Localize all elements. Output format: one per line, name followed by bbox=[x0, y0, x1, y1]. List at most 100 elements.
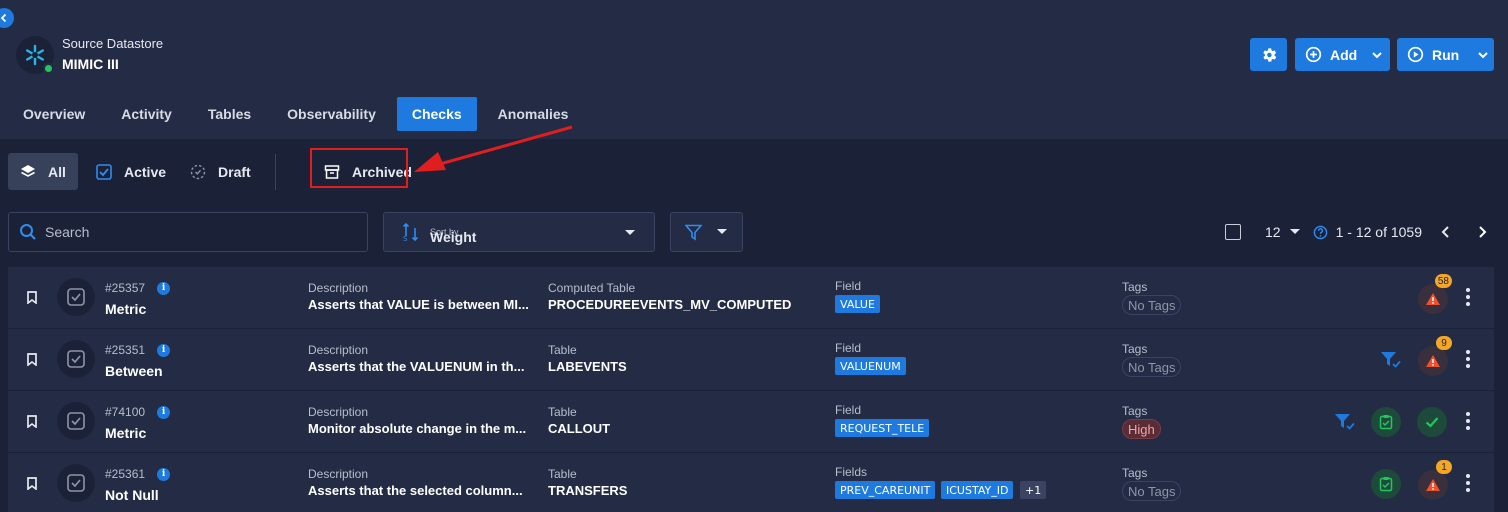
chevron-left-icon[interactable] bbox=[1436, 225, 1456, 239]
clipboard-check-icon bbox=[1379, 415, 1393, 430]
tab-observability[interactable]: Observability bbox=[272, 97, 391, 131]
clipboard-check-icon bbox=[1379, 477, 1393, 492]
select-all-checkbox[interactable] bbox=[1225, 224, 1242, 240]
info-icon[interactable]: i bbox=[157, 467, 171, 481]
row-menu-icon[interactable] bbox=[1466, 288, 1470, 306]
collapse-sidebar-button[interactable] bbox=[0, 8, 14, 28]
caret-down-icon bbox=[717, 229, 727, 234]
check-id: #25351 i bbox=[105, 343, 171, 357]
bookmark-icon[interactable] bbox=[26, 477, 38, 490]
filter-all[interactable]: All bbox=[8, 153, 78, 190]
table-label: Table bbox=[548, 343, 577, 357]
check-rule-type: Not Null bbox=[105, 487, 159, 503]
info-icon[interactable]: i bbox=[157, 343, 171, 357]
description-label: Description bbox=[308, 467, 369, 481]
tags-label: Tags bbox=[1122, 280, 1148, 294]
checkbox-checked-icon bbox=[96, 163, 112, 180]
tab-activity[interactable]: Activity bbox=[106, 97, 187, 131]
row-menu-icon[interactable] bbox=[1466, 474, 1470, 492]
info-icon[interactable]: i bbox=[157, 281, 171, 295]
funnel-icon bbox=[685, 224, 702, 240]
filter-check-icon[interactable] bbox=[1334, 413, 1356, 431]
chevron-down-icon bbox=[1372, 51, 1382, 58]
row-menu-icon[interactable] bbox=[1466, 412, 1470, 430]
chevron-right-icon[interactable] bbox=[1472, 225, 1492, 239]
table-label: Table bbox=[548, 467, 577, 481]
sort-value: Weight bbox=[430, 228, 477, 245]
row-menu-icon[interactable] bbox=[1466, 350, 1470, 368]
archived-highlight-box bbox=[310, 148, 408, 188]
tag-pill-high: High bbox=[1122, 419, 1161, 439]
field-chip: VALUENUM bbox=[835, 357, 906, 375]
field-chip: REQUEST_TELE bbox=[835, 419, 930, 437]
anomaly-indicator[interactable]: 9 bbox=[1418, 336, 1452, 376]
tab-overview[interactable]: Overview bbox=[8, 97, 100, 131]
tags-label: Tags bbox=[1122, 404, 1148, 418]
top-bar: Source Datastore MIMIC III Add Run Overv… bbox=[0, 0, 1508, 139]
annotation-arrow bbox=[414, 125, 573, 172]
filter-active-label: Active bbox=[124, 163, 167, 180]
check-rule-type: Between bbox=[105, 363, 163, 379]
bookmark-icon[interactable] bbox=[26, 353, 38, 366]
filter-active[interactable]: Active bbox=[84, 153, 178, 190]
check-row[interactable]: #74100 i Metric Description Monitor abso… bbox=[8, 391, 1494, 453]
check-row[interactable]: #25351 i Between Description Asserts tha… bbox=[8, 329, 1494, 391]
anomaly-count-badge: 1 bbox=[1436, 460, 1452, 474]
check-id-text: #74100 bbox=[105, 405, 146, 419]
dashed-circle-check-icon bbox=[190, 164, 206, 179]
layers-icon bbox=[21, 164, 35, 177]
filter-button[interactable] bbox=[670, 212, 743, 252]
check-status-filter: All Active Draft Archived bbox=[8, 153, 412, 190]
field-label: Field bbox=[835, 341, 862, 355]
check-row[interactable]: #25357 i Metric Description Asserts that… bbox=[8, 267, 1494, 329]
description-value: Asserts that the selected column... bbox=[308, 483, 523, 498]
description-label: Description bbox=[308, 281, 369, 295]
check-type-icon bbox=[57, 278, 95, 316]
validated-indicator[interactable] bbox=[1371, 407, 1401, 437]
warning-triangle-icon bbox=[1426, 355, 1440, 367]
check-rule-type: Metric bbox=[105, 301, 147, 317]
page-size-value[interactable]: 12 bbox=[1265, 224, 1281, 240]
run-button-label: Run bbox=[1432, 46, 1460, 63]
bookmark-icon[interactable] bbox=[26, 415, 38, 428]
checkmark-icon bbox=[1425, 417, 1439, 428]
table-label: Table bbox=[548, 405, 577, 419]
anomaly-count-badge: 9 bbox=[1436, 336, 1452, 350]
filter-all-label: All bbox=[48, 163, 66, 180]
more-fields-chip[interactable]: +1 bbox=[1020, 481, 1047, 499]
check-id-text: #25357 bbox=[105, 281, 146, 295]
datastore-label: Source Datastore bbox=[62, 36, 164, 51]
description-value: Monitor absolute change in the m... bbox=[308, 421, 527, 436]
tags-label: Tags bbox=[1122, 466, 1148, 480]
filter-divider bbox=[274, 153, 276, 190]
field-label: Field bbox=[835, 279, 862, 293]
anomaly-indicator[interactable]: 58 bbox=[1418, 274, 1452, 314]
passed-indicator[interactable] bbox=[1417, 407, 1447, 437]
bookmark-icon[interactable] bbox=[26, 291, 38, 304]
check-id: #25361 i bbox=[105, 467, 171, 481]
sort-select[interactable]: S Sort by Weight bbox=[383, 212, 655, 252]
caret-down-icon bbox=[625, 230, 635, 235]
field-chip: ICUSTAY_ID bbox=[941, 481, 1014, 499]
filter-draft[interactable]: Draft bbox=[178, 153, 263, 190]
check-square-icon bbox=[67, 350, 85, 368]
tab-tables[interactable]: Tables bbox=[193, 97, 266, 131]
search-placeholder: Search bbox=[45, 224, 90, 240]
check-row[interactable]: #25361 i Not Null Description Asserts th… bbox=[8, 453, 1494, 512]
table-value: TRANSFERS bbox=[548, 483, 628, 498]
search-box[interactable]: Search bbox=[8, 212, 368, 252]
search-icon bbox=[20, 224, 36, 240]
caret-down-icon[interactable] bbox=[1289, 228, 1301, 236]
description-label: Description bbox=[308, 343, 369, 357]
validated-indicator[interactable] bbox=[1371, 469, 1401, 499]
run-button[interactable]: Run bbox=[1397, 38, 1494, 71]
field-chip: PREV_CAREUNIT bbox=[835, 481, 936, 499]
settings-button[interactable] bbox=[1250, 38, 1287, 71]
filter-check-icon[interactable] bbox=[1380, 351, 1402, 369]
add-button[interactable]: Add bbox=[1295, 38, 1390, 71]
snowflake-icon bbox=[25, 44, 44, 66]
anomaly-indicator[interactable]: 1 bbox=[1418, 460, 1452, 500]
help-icon[interactable] bbox=[1313, 225, 1328, 240]
info-icon[interactable]: i bbox=[157, 405, 171, 419]
table-value: PROCEDUREEVENTS_MV_COMPUTED bbox=[548, 297, 792, 312]
